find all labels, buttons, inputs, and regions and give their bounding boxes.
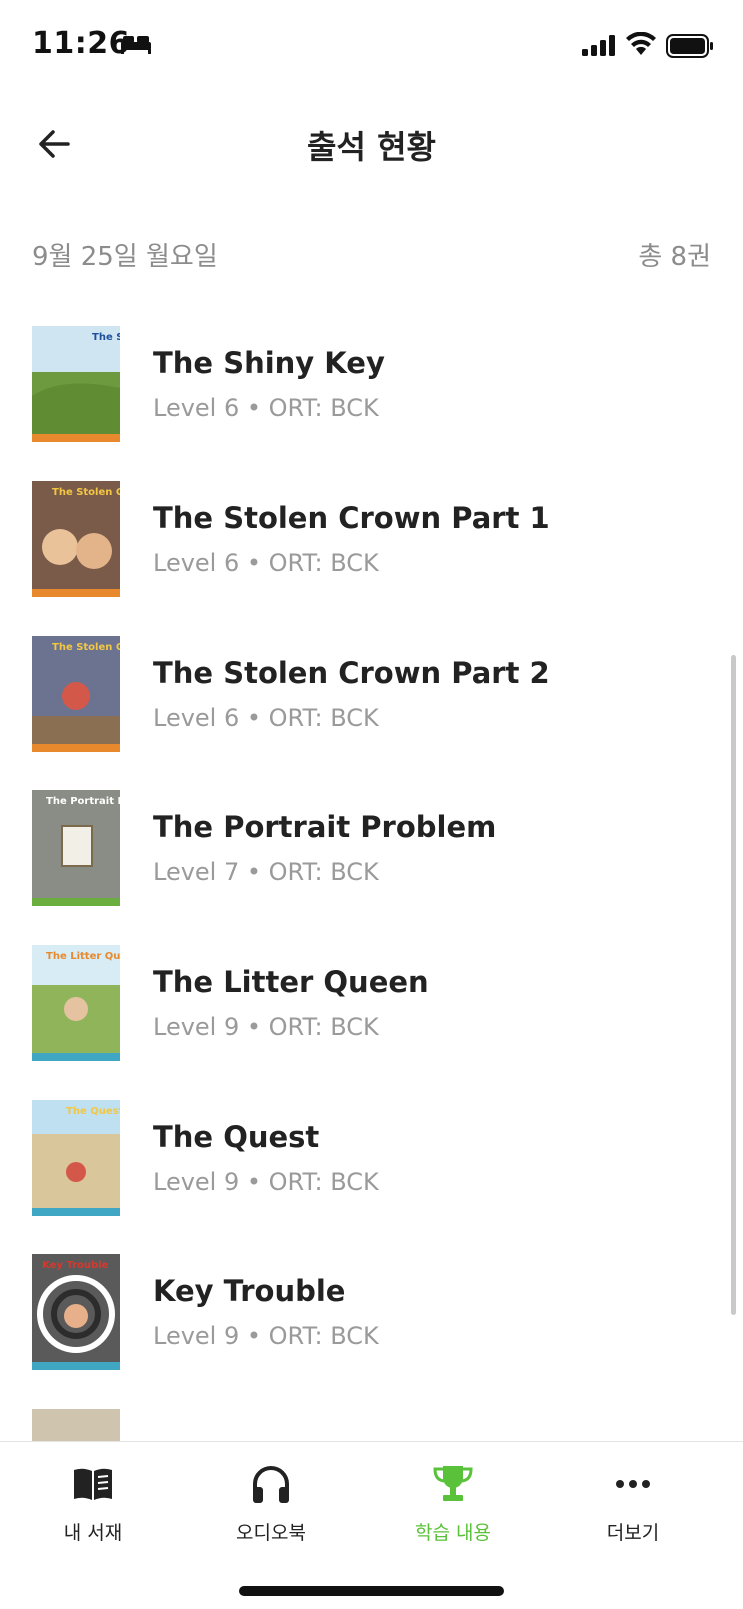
tab-audiobook[interactable]: 오디오북 [178, 1442, 364, 1562]
summary-row: 9월 25일 월요일 총 8권 [32, 236, 711, 276]
bed-icon [121, 36, 151, 54]
cellular-signal-icon [582, 35, 615, 56]
book-cover: Key Trouble [32, 1254, 120, 1370]
book-meta: Level 6 • ORT: BCK [153, 394, 379, 422]
book-title: The Shiny Key [153, 346, 385, 380]
svg-text:The Stolen Crown: The Stolen Crown [52, 487, 120, 498]
battery-icon [666, 34, 713, 58]
book-meta: Level 9 • ORT: BCK [153, 1168, 379, 1196]
trophy-icon [433, 1466, 473, 1501]
tab-label: 오디오북 [236, 1522, 306, 1544]
tab-label: 내 서재 [63, 1522, 123, 1544]
book-meta: Level 7 • ORT: BCK [153, 858, 379, 886]
book-title: The Stolen Crown Part 2 [153, 656, 550, 690]
book-icon [74, 1468, 112, 1500]
status-bar: 11:26 [0, 0, 743, 90]
scrollbar[interactable] [731, 655, 736, 1315]
tab-learning[interactable]: 학습 내용 [360, 1442, 546, 1562]
tab-library[interactable]: 내 서재 [0, 1442, 186, 1562]
book-item-partial[interactable] [0, 1409, 743, 1441]
book-cover: The Portrait Problem [32, 790, 120, 906]
svg-text:The Litter Queen: The Litter Queen [46, 951, 120, 962]
book-meta: Level 6 • ORT: BCK [153, 549, 379, 577]
book-cover [32, 1409, 120, 1441]
book-cover: The Stolen Crown [32, 636, 120, 752]
book-item[interactable]: The Litter Queen The Litter Queen Level … [0, 945, 743, 1063]
book-title: The Stolen Crown Part 1 [153, 501, 550, 535]
tab-label: 학습 내용 [415, 1522, 491, 1544]
book-item[interactable]: The Stolen Crown The Stolen Crown Part 1… [0, 481, 743, 599]
svg-text:The Stolen Crown: The Stolen Crown [52, 642, 120, 653]
book-cover: The Shiny Key [32, 326, 120, 442]
svg-text:The Portrait Problem: The Portrait Problem [46, 796, 120, 807]
book-cover: The Quest [32, 1100, 120, 1216]
wifi-icon [626, 32, 656, 55]
tab-bar: 내 서재 오디오북 학습 내용 더보기 [0, 1441, 743, 1609]
book-item[interactable]: The Stolen Crown The Stolen Crown Part 2… [0, 636, 743, 754]
book-cover: The Litter Queen [32, 945, 120, 1061]
svg-text:Key Trouble: Key Trouble [42, 1260, 109, 1271]
book-item[interactable]: The Portrait Problem The Portrait Proble… [0, 790, 743, 908]
tab-label: 더보기 [606, 1522, 660, 1544]
book-meta: Level 6 • ORT: BCK [153, 704, 379, 732]
svg-text:The Shiny Key: The Shiny Key [92, 332, 120, 343]
book-list[interactable]: The Shiny Key The Shiny Key Level 6 • OR… [0, 326, 743, 1441]
book-cover: The Stolen Crown [32, 481, 120, 597]
book-item[interactable]: Key Trouble Key Trouble Level 9 • ORT: B… [0, 1254, 743, 1372]
header: 출석 현황 [0, 100, 743, 190]
book-meta: Level 9 • ORT: BCK [153, 1322, 379, 1350]
page-title: 출석 현황 [307, 128, 436, 166]
status-time: 11:26 [32, 26, 130, 61]
book-item[interactable]: The Quest The Quest Level 9 • ORT: BCK [0, 1100, 743, 1218]
headphones-icon [253, 1466, 289, 1503]
book-title: Key Trouble [153, 1274, 346, 1308]
more-icon [616, 1480, 650, 1488]
tab-more[interactable]: 더보기 [540, 1442, 726, 1562]
summary-date: 9월 25일 월요일 [32, 242, 218, 272]
home-indicator[interactable] [239, 1586, 504, 1596]
summary-total: 총 8권 [638, 242, 711, 272]
book-item[interactable]: The Shiny Key The Shiny Key Level 6 • OR… [0, 326, 743, 444]
book-title: The Portrait Problem [153, 810, 497, 844]
book-meta: Level 9 • ORT: BCK [153, 1013, 379, 1041]
book-title: The Quest [153, 1120, 320, 1154]
book-title: The Litter Queen [153, 965, 429, 999]
svg-text:The Quest: The Quest [66, 1106, 120, 1117]
attendance-screen: 11:26 출석 현황 9월 25일 월요일 총 8권 The S The Sh… [0, 0, 743, 1609]
